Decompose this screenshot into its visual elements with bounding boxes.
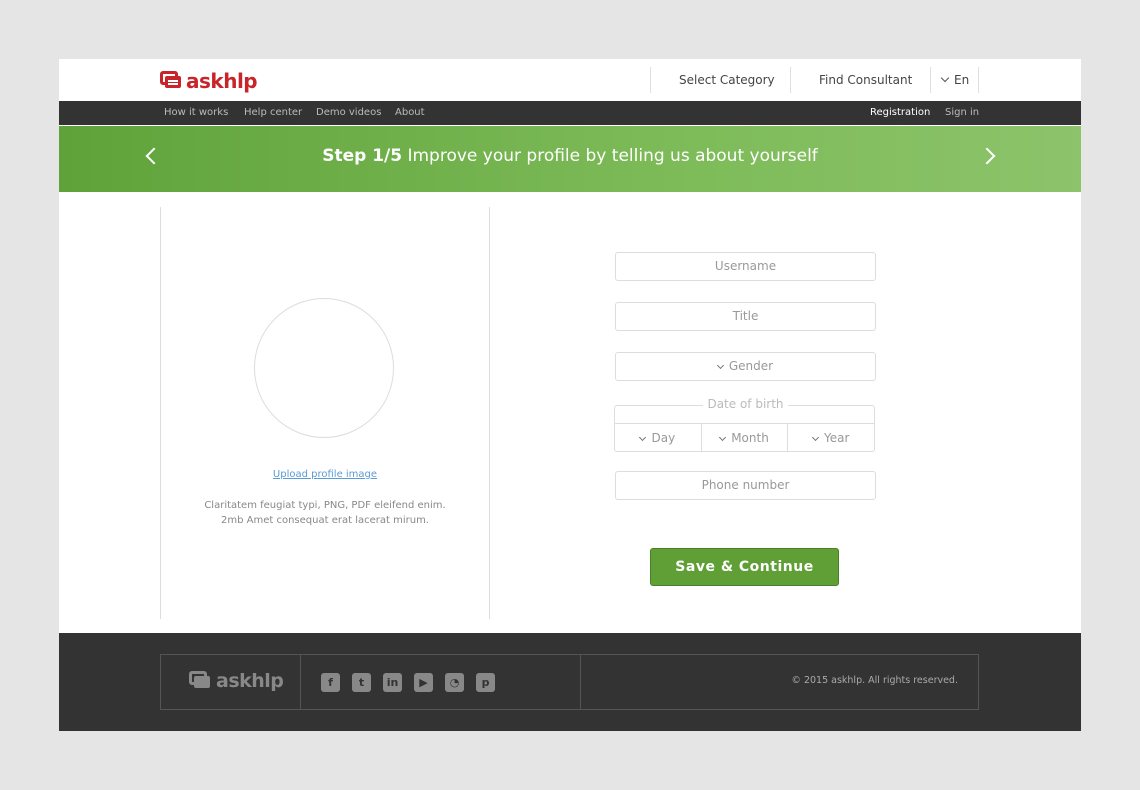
select-category-link[interactable]: Select Category [679, 67, 775, 93]
divider [790, 67, 791, 93]
find-consultant-link[interactable]: Find Consultant [819, 67, 912, 93]
pinterest-icon[interactable]: p [476, 673, 495, 692]
title-field[interactable]: Title [615, 302, 876, 331]
linkedin-icon[interactable]: in [383, 673, 402, 692]
logo[interactable]: askhlp [160, 69, 258, 93]
registration-link[interactable]: Registration [870, 107, 930, 118]
step-banner: Step 1/5 Improve your profile by telling… [59, 126, 1081, 192]
chevron-down-icon [716, 361, 724, 370]
upload-profile-image-link[interactable]: Upload profile image [161, 469, 489, 480]
chevron-down-icon [719, 433, 727, 442]
divider [580, 655, 581, 709]
divider [650, 67, 651, 93]
divider [930, 67, 931, 93]
chat-bubble-icon [160, 71, 182, 91]
date-of-birth-group: Date of birth Day Month Year [614, 397, 875, 452]
sign-in-link[interactable]: Sign in [945, 107, 979, 118]
year-select[interactable]: Year [788, 424, 874, 451]
help-center-link[interactable]: Help center [244, 107, 302, 118]
youtube-icon[interactable]: ▶ [414, 673, 433, 692]
divider [300, 655, 301, 709]
upload-note-line: Claritatem feugiat typi, PNG, PDF eleife… [204, 500, 446, 511]
chevron-down-icon [811, 433, 820, 442]
day-select[interactable]: Day [615, 424, 702, 451]
twitter-icon[interactable]: t [352, 673, 371, 692]
profile-image-panel: Upload profile image Claritatem feugiat … [160, 207, 490, 619]
how-it-works-link[interactable]: How it works [164, 107, 228, 118]
chat-bubble-icon [189, 671, 213, 691]
save-continue-button[interactable]: Save & Continue [650, 548, 839, 586]
page-frame: askhlp Select Category Find Consultant E… [59, 59, 1081, 731]
step-number: Step 1/5 [322, 146, 403, 166]
step-message: Improve your profile by telling us about… [407, 146, 818, 166]
avatar-placeholder[interactable] [254, 298, 394, 438]
day-label: Day [651, 431, 676, 445]
username-field[interactable]: Username [615, 252, 876, 281]
top-header: askhlp Select Category Find Consultant E… [59, 59, 1081, 101]
month-select[interactable]: Month [702, 424, 789, 451]
phone-number-field[interactable]: Phone number [615, 471, 876, 500]
language-label: En [954, 73, 970, 87]
logo-text: askhlp [186, 69, 258, 93]
month-label: Month [731, 431, 769, 445]
footer-box: askhlp f t in ▶ ◔ p © 2015 askhlp. All r… [160, 654, 979, 710]
dob-selects: Day Month Year [615, 423, 874, 451]
language-dropdown[interactable]: En [940, 67, 970, 93]
social-links: f t in ▶ ◔ p [321, 673, 495, 692]
gender-select[interactable]: Gender [615, 352, 876, 381]
gender-label: Gender [728, 359, 774, 373]
chevron-down-icon [639, 433, 647, 442]
upload-note-line: 2mb Amet consequat erat lacerat mirum. [221, 515, 429, 526]
upload-note: Claritatem feugiat typi, PNG, PDF eleife… [161, 498, 489, 528]
footer: askhlp f t in ▶ ◔ p © 2015 askhlp. All r… [59, 633, 1081, 731]
copyright-text: © 2015 askhlp. All rights reserved. [791, 675, 958, 686]
dob-label: Date of birth [615, 397, 876, 411]
chevron-down-icon [940, 73, 950, 83]
step-heading: Step 1/5 Improve your profile by telling… [59, 146, 1081, 166]
footer-logo[interactable]: askhlp [189, 670, 284, 692]
divider [978, 67, 979, 93]
year-label: Year [823, 431, 850, 445]
rss-icon[interactable]: ◔ [445, 673, 464, 692]
demo-videos-link[interactable]: Demo videos [316, 107, 381, 118]
footer-logo-text: askhlp [216, 670, 284, 692]
secondary-nav: How it works Help center Demo videos Abo… [59, 101, 1081, 125]
about-link[interactable]: About [395, 107, 425, 118]
facebook-icon[interactable]: f [321, 673, 340, 692]
